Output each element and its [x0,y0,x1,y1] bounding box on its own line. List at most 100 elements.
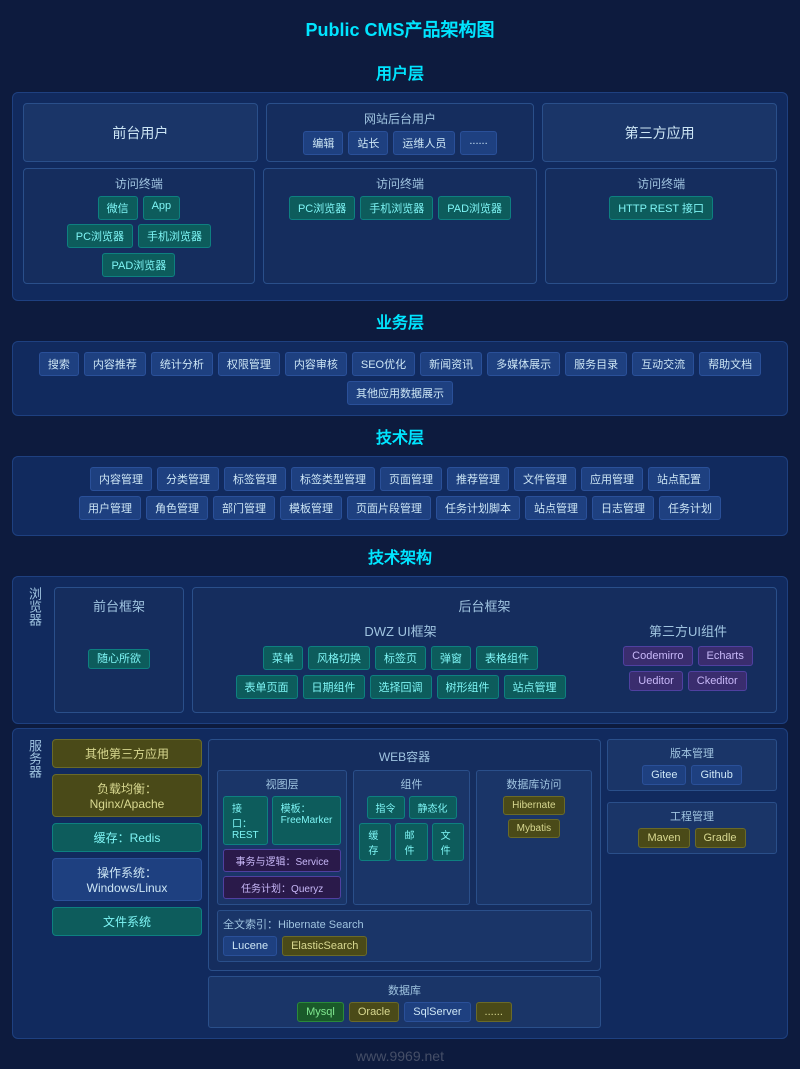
front-user-box: 前台用户 [23,103,258,162]
tech-layer-title: 技术层 [0,424,800,448]
tech-recommend-mgmt: 推荐管理 [447,467,509,491]
tech-dept-mgmt: 部门管理 [213,496,275,520]
browser-arch-section: 浏览器 前台框架 随心所欲 后台框架 DWZ UI框架 菜单 风格切换 标签页 … [12,576,788,724]
terminal-pc: PC浏览器 [67,224,133,248]
file-system-box: 文件系统 [52,907,202,936]
dwz-section: DWZ UI框架 菜单 风格切换 标签页 弹窗 表格组件 表单页面 日期组件 选… [201,621,600,704]
elasticsearch-chip: ElasticSearch [282,936,367,956]
terminal-app: App [143,196,181,220]
watermark: www.9969.net [0,1043,800,1069]
business-layer-title: 业务层 [0,309,800,333]
cache-comp-chip: 缓存 [359,823,391,861]
project-mgmt-panel: 工程管理 Maven Gradle [607,802,777,854]
biz-search: 搜索 [39,352,79,376]
site-back-user-title: 网站后台用户 [275,110,526,127]
tech-tag-type-mgmt: 标签类型管理 [291,467,375,491]
tech-log-mgmt: 日志管理 [592,496,654,520]
web-container-title: WEB容器 [217,748,592,765]
lucene-chip: Lucene [223,936,277,956]
server-right-panel: 版本管理 Gitee Github 工程管理 Maven Gradle [607,739,777,1028]
site-back-user-section: 网站后台用户 编辑 站长 运维人员 ...... [266,103,535,162]
mid-terminal-chips: PC浏览器 手机浏览器 PAD浏览器 [272,196,529,220]
maven-chip: Maven [638,828,689,848]
back-framework-box: 后台框架 DWZ UI框架 菜单 风格切换 标签页 弹窗 表格组件 表单页面 日… [192,587,777,713]
biz-review: 内容审核 [285,352,347,376]
tech-app-mgmt: 应用管理 [581,467,643,491]
browser-label: 浏览器 [23,587,46,713]
front-terminal-section: 访问终端 微信 App PC浏览器 手机浏览器 PAD浏览器 [23,168,255,284]
front-terminal-row1: 微信 App [32,196,246,220]
mid-terminal-pc: PC浏览器 [289,196,355,220]
user-layer-container: 前台用户 网站后台用户 编辑 站长 运维人员 ...... 第三方应用 访问终端… [12,92,788,301]
template-fm-chip: 模板：FreeMarker [272,796,342,845]
oracle-chip: Oracle [349,1002,399,1022]
tech-user-mgmt: 用户管理 [79,496,141,520]
role-ops: 运维人员 [393,131,455,155]
right-terminal-title: 访问终端 [554,175,768,192]
tech-row2: 用户管理 角色管理 部门管理 模板管理 页面片段管理 任务计划脚本 站点管理 日… [23,496,777,520]
terminal-http-rest: HTTP REST 接口 [609,196,713,220]
server-label: 服务器 [23,739,46,1028]
front-framework-title: 前台框架 [93,596,145,615]
tech-template-mgmt: 模板管理 [280,496,342,520]
third-party-ui-title: 第三方UI组件 [608,621,768,640]
tech-row1: 内容管理 分类管理 标签管理 标签类型管理 页面管理 推荐管理 文件管理 应用管… [23,467,777,491]
ueditor-chip: Ueditor [629,671,682,691]
biz-service: 服务目录 [565,352,627,376]
db-dots-chip: ...... [476,1002,512,1022]
tech-site-config: 站点配置 [648,467,710,491]
mid-terminal-pad: PAD浏览器 [438,196,511,220]
back-framework-title: 后台框架 [201,596,768,615]
dwz-dialog: 弹窗 [431,646,471,670]
biz-media: 多媒体展示 [487,352,560,376]
dwz-row1: 菜单 风格切换 标签页 弹窗 表格组件 [201,646,600,670]
back-framework-inner: DWZ UI框架 菜单 风格切换 标签页 弹窗 表格组件 表单页面 日期组件 选… [201,621,768,704]
third-party-label: 第三方应用 [625,123,695,143]
mybatis-chip: Mybatis [508,819,560,838]
component-panel: 组件 指令 静态化 缓存 邮件 文件 [353,770,469,905]
web-container-box: WEB容器 视图层 接口：REST 模板：FreeMarker 事务与逻辑：Se… [208,739,601,971]
dwz-tree: 树形组件 [437,675,499,699]
terminal-mobile: 手机浏览器 [138,224,211,248]
mid-terminal-title: 访问终端 [272,175,529,192]
file-chip: 文件 [432,823,464,861]
project-mgmt-title: 工程管理 [613,808,771,824]
dwz-select-cb: 选择回调 [370,675,432,699]
tech-task-script: 任务计划脚本 [436,496,520,520]
tech-tag-mgmt: 标签管理 [224,467,286,491]
user-layer-title: 用户层 [0,60,800,84]
tech-role-mgmt: 角色管理 [146,496,208,520]
third-party-row1: Codemirro Echarts [608,646,768,666]
server-left-panel: 其他第三方应用 负载均衡：Nginx/Apache 缓存：Redis 操作系统：… [52,739,202,1028]
third-party-box: 第三方应用 [542,103,777,162]
terminal-wechat: 微信 [98,196,138,220]
db-access-title: 数据库访问 [482,776,586,792]
tech-category-mgmt: 分类管理 [157,467,219,491]
role-admin: 站长 [348,131,388,155]
other-third-party-box: 其他第三方应用 [52,739,202,768]
business-chips-row: 搜索 内容推荐 统计分析 权限管理 内容审核 SEO优化 新闻资讯 多媒体展示 … [23,352,777,405]
server-middle-panel: WEB容器 视图层 接口：REST 模板：FreeMarker 事务与逻辑：Se… [208,739,601,1028]
biz-stats: 统计分析 [151,352,213,376]
suixin-chip: 随心所欲 [88,649,150,669]
ckeditor-chip: Ckeditor [688,671,747,691]
queryz-label-box: 任务计划：Queryz [223,876,341,899]
version-mgmt-title: 版本管理 [613,745,771,761]
tech-layer-container: 内容管理 分类管理 标签管理 标签类型管理 页面管理 推荐管理 文件管理 应用管… [12,456,788,536]
service-label-box: 事务与逻辑：Service [223,849,341,872]
front-terminal-title: 访问终端 [32,175,246,192]
dwz-row2: 表单页面 日期组件 选择回调 树形组件 站点管理 [201,675,600,699]
view-layer-title: 视图层 [223,776,341,792]
biz-seo: SEO优化 [352,352,415,376]
dwz-tabs: 标签页 [375,646,426,670]
business-layer-container: 搜索 内容推荐 统计分析 权限管理 内容审核 SEO优化 新闻资讯 多媒体展示 … [12,341,788,416]
third-party-ui-section: 第三方UI组件 Codemirro Echarts Ueditor Ckedit… [608,621,768,704]
biz-interact: 互动交流 [632,352,694,376]
echarts-chip: Echarts [698,646,753,666]
terminal-pad: PAD浏览器 [102,253,175,277]
sqlserver-chip: SqlServer [404,1002,470,1022]
github-chip: Github [691,765,741,785]
component-title: 组件 [359,776,463,792]
email-chip: 邮件 [395,823,427,861]
gradle-chip: Gradle [695,828,746,848]
